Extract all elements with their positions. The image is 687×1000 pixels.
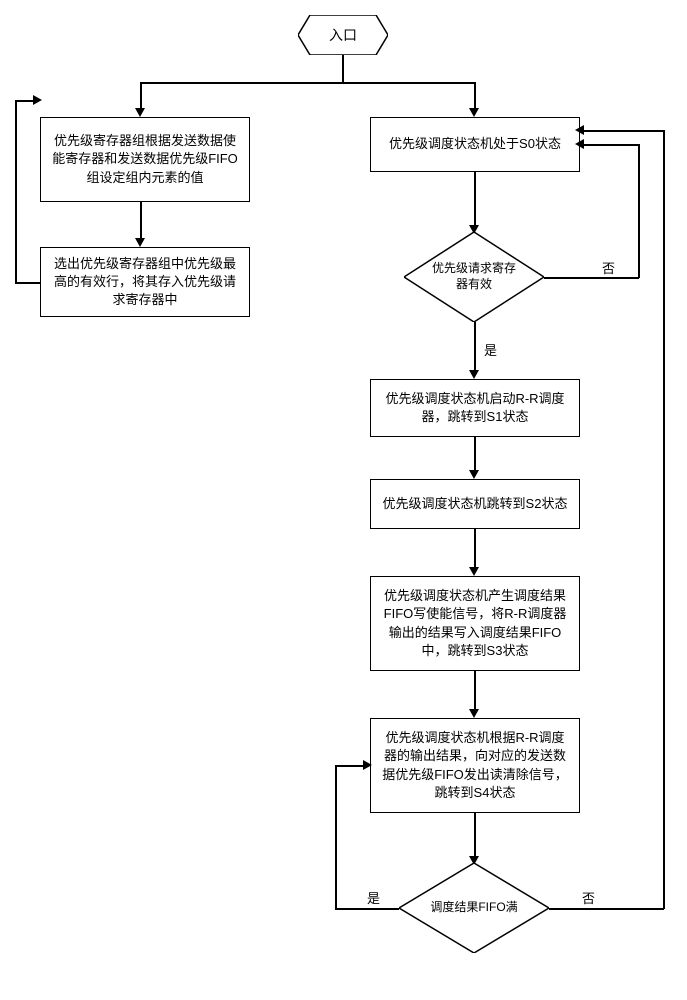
arrow-icon [469, 709, 479, 718]
connector [335, 765, 337, 908]
arrow-icon [469, 370, 479, 379]
connector [474, 322, 476, 372]
d2-yes-label: 是 [365, 888, 382, 907]
d1-no-label: 否 [600, 258, 617, 277]
entry-node: 入口 [298, 15, 388, 55]
s4-text: 优先级调度状态机根据R-R调度器的输出结果，向对应的发送数据优先级FIFO发出读… [381, 729, 569, 802]
connector [474, 813, 476, 858]
s3-text: 优先级调度状态机产生调度结果FIFO写使能信号，将R-R调度器输出的结果写入调度… [381, 587, 569, 660]
arrow-icon [469, 470, 479, 479]
connector [544, 277, 639, 279]
entry-label: 入口 [329, 25, 357, 45]
arrow-icon [469, 567, 479, 576]
connector [549, 908, 664, 910]
s2-text: 优先级调度状态机跳转到S2状态 [383, 495, 568, 513]
connector [335, 765, 365, 767]
arrow-icon [135, 238, 145, 247]
connector [582, 130, 663, 132]
left-box-2: 选出优先级寄存器组中优先级最高的有效行，将其存入优先级请求寄存器中 [40, 247, 250, 317]
d2-diamond: 调度结果FIFO满 [399, 863, 549, 953]
connector [638, 144, 640, 278]
connector [335, 908, 399, 910]
d1-text: 优先级请求寄存器有效 [429, 261, 519, 292]
arrow-icon [33, 95, 42, 105]
d2-no-label: 否 [580, 888, 597, 907]
arrow-icon [363, 760, 372, 770]
connector [474, 529, 476, 569]
connector [15, 100, 17, 282]
arrow-icon [575, 125, 584, 135]
connector [342, 55, 344, 82]
d1-diamond: 优先级请求寄存器有效 [404, 232, 544, 322]
d2-text: 调度结果FIFO满 [424, 900, 524, 916]
left-box-1: 优先级寄存器组根据发送数据使能寄存器和发送数据优先级FIFO组设定组内元素的值 [40, 117, 250, 202]
connector [15, 282, 40, 284]
s0-box: 优先级调度状态机处于S0状态 [370, 117, 580, 172]
s1-box: 优先级调度状态机启动R-R调度器，跳转到S1状态 [370, 379, 580, 437]
connector [140, 82, 142, 110]
connector [140, 82, 475, 84]
arrow-icon [135, 108, 145, 117]
arrow-icon [575, 139, 584, 149]
s1-text: 优先级调度状态机启动R-R调度器，跳转到S1状态 [381, 390, 569, 426]
connector [474, 172, 476, 227]
connector [140, 202, 142, 240]
s4-box: 优先级调度状态机根据R-R调度器的输出结果，向对应的发送数据优先级FIFO发出读… [370, 718, 580, 813]
connector [663, 130, 665, 909]
left-box-2-text: 选出优先级寄存器组中优先级最高的有效行，将其存入优先级请求寄存器中 [51, 255, 239, 310]
d1-yes-label: 是 [482, 340, 499, 359]
s0-text: 优先级调度状态机处于S0状态 [389, 135, 561, 153]
connector [474, 82, 476, 110]
connector [474, 671, 476, 711]
s3-box: 优先级调度状态机产生调度结果FIFO写使能信号，将R-R调度器输出的结果写入调度… [370, 576, 580, 671]
s2-box: 优先级调度状态机跳转到S2状态 [370, 479, 580, 529]
connector [582, 144, 638, 146]
connector [474, 437, 476, 472]
left-box-1-text: 优先级寄存器组根据发送数据使能寄存器和发送数据优先级FIFO组设定组内元素的值 [51, 132, 239, 187]
arrow-icon [469, 108, 479, 117]
connector [15, 100, 35, 102]
